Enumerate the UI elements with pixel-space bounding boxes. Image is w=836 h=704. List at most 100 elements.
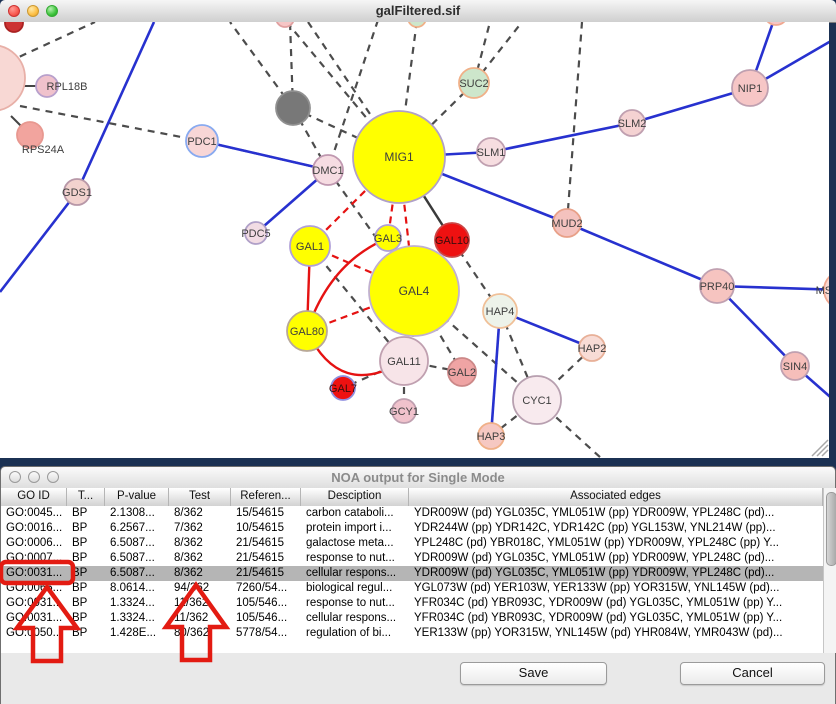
table-cell: GO:0031... xyxy=(1,566,67,581)
cancel-button[interactable]: Cancel xyxy=(680,662,825,685)
network-edge[interactable] xyxy=(491,123,632,152)
network-node[interactable] xyxy=(276,91,310,125)
network-edge[interactable] xyxy=(0,192,77,292)
column-header-t[interactable]: T... xyxy=(67,488,105,506)
table-cell: 80/362 xyxy=(169,626,231,641)
table-header-row: GO IDT...P-valueTestReferen...Desciption… xyxy=(1,488,823,507)
node-label: GAL4 xyxy=(399,284,430,298)
node-label: SLM2 xyxy=(618,118,647,130)
table-cell: 1.3324... xyxy=(105,611,169,626)
noa-window-titlebar[interactable]: NOA output for Single Mode xyxy=(1,467,835,489)
network-window-titlebar[interactable]: galFiltered.sif xyxy=(0,0,836,23)
node-label: PDC1 xyxy=(187,136,216,148)
column-header-referen[interactable]: Referen... xyxy=(231,488,301,506)
table-cell: GO:0016... xyxy=(1,521,67,536)
table-cell: 21/54615 xyxy=(231,551,301,566)
network-edge[interactable] xyxy=(202,141,328,170)
table-row[interactable]: GO:0045...BP2.1308...8/36215/54615carbon… xyxy=(1,506,823,521)
network-edge[interactable] xyxy=(20,106,202,141)
network-edge[interactable] xyxy=(77,22,154,192)
table-cell: 8/362 xyxy=(169,551,231,566)
table-cell: BP xyxy=(67,596,105,611)
column-header-test[interactable]: Test xyxy=(169,488,231,506)
noa-window: NOA output for Single Mode GO IDT...P-va… xyxy=(0,466,836,704)
table-cell: carbon cataboli... xyxy=(301,506,409,521)
save-button[interactable]: Save xyxy=(460,662,607,685)
column-header-associated-edges[interactable]: Associated edges xyxy=(409,488,823,506)
table-cell: GO:0007... xyxy=(1,551,67,566)
table-row[interactable]: GO:0016...BP6.2567...7/36210/54615protei… xyxy=(1,521,823,536)
node-label: GAL80 xyxy=(290,326,324,338)
table-cell: YPL248C (pd) YBR018C, YML051W (pp) YDR00… xyxy=(409,536,823,551)
table-row[interactable]: GO:0031...BP1.3324...11/362105/546...cel… xyxy=(1,611,823,626)
network-node[interactable] xyxy=(764,22,788,25)
table-cell: regulation of bi... xyxy=(301,626,409,641)
network-node[interactable] xyxy=(408,22,426,27)
table-scrollbar[interactable] xyxy=(823,488,836,653)
table-cell: 11/362 xyxy=(169,596,231,611)
network-canvas[interactable]: RPL18BRPS24APDC1DMC1MIG1SUC2SLM1SLM2NIP1… xyxy=(0,22,829,458)
table-cell: 94/362 xyxy=(169,581,231,596)
table-cell: 8.0614... xyxy=(105,581,169,596)
network-node[interactable] xyxy=(5,22,23,32)
table-row[interactable]: GO:0006...BP6.5087...8/36221/54615galact… xyxy=(1,536,823,551)
table-cell: GO:0050... xyxy=(1,626,67,641)
node-label: GAL1 xyxy=(296,241,324,253)
table-cell: 7/362 xyxy=(169,521,231,536)
table-cell: 6.5087... xyxy=(105,551,169,566)
table-cell: 8/362 xyxy=(169,566,231,581)
node-label: GAL3 xyxy=(374,233,402,245)
table-row[interactable]: GO:0031...BP6.5087...8/36221/54615cellul… xyxy=(1,566,823,581)
node-label: HAP2 xyxy=(578,343,607,355)
network-edge[interactable] xyxy=(567,223,717,286)
table-cell: 105/546... xyxy=(231,596,301,611)
node-label: SIN4 xyxy=(783,361,807,373)
table-row[interactable]: GO:0031...BP1.3324...11/362105/546...res… xyxy=(1,596,823,611)
noa-window-title: NOA output for Single Mode xyxy=(1,470,835,485)
table-cell: GO:0045... xyxy=(1,506,67,521)
table-cell: biological regul... xyxy=(301,581,409,596)
table-cell: BP xyxy=(67,551,105,566)
node-label: PRP40 xyxy=(700,281,735,293)
network-window: galFiltered.sif RPL18BRPS24APDC1DMC1MIG1… xyxy=(0,0,836,458)
table-cell: 1.3324... xyxy=(105,596,169,611)
network-edge[interactable] xyxy=(567,22,582,223)
column-header-p-value[interactable]: P-value xyxy=(105,488,169,506)
table-cell: 21/54615 xyxy=(231,536,301,551)
table-row[interactable]: GO:0050...BP1.428E...80/3625778/54...reg… xyxy=(1,626,823,641)
table-cell: YDR009W (pd) YGL035C, YML051W (pp) YDR00… xyxy=(409,551,823,566)
table-cell: BP xyxy=(67,581,105,596)
node-label: RPS24A xyxy=(22,144,65,156)
table-cell: cellular respons... xyxy=(301,611,409,626)
table-cell: response to nut... xyxy=(301,596,409,611)
table-cell: GO:0031... xyxy=(1,611,67,626)
node-label: NIP1 xyxy=(738,83,762,95)
table-cell: BP xyxy=(67,566,105,581)
table-body: GO:0045...BP2.1308...8/36215/54615carbon… xyxy=(1,506,823,653)
table-cell: BP xyxy=(67,536,105,551)
table-cell: YDR244W (pp) YDR142C, YDR142C (pp) YGL15… xyxy=(409,521,823,536)
table-row[interactable]: GO:0007...BP6.5087...8/36221/54615respon… xyxy=(1,551,823,566)
node-label: CYC1 xyxy=(522,395,551,407)
table-cell: 11/362 xyxy=(169,611,231,626)
network-edge[interactable] xyxy=(491,311,500,436)
node-label: GCY1 xyxy=(389,406,419,418)
node-label: GDS1 xyxy=(62,187,92,199)
scrollbar-thumb[interactable] xyxy=(826,492,836,566)
node-label: DMC1 xyxy=(312,165,343,177)
table-cell: 6.5087... xyxy=(105,536,169,551)
table-cell: 7260/54... xyxy=(231,581,301,596)
table-cell: 15/54615 xyxy=(231,506,301,521)
column-header-go-id[interactable]: GO ID xyxy=(1,488,67,506)
table-cell: 8/362 xyxy=(169,536,231,551)
table-row[interactable]: GO:0065...BP8.0614...94/3627260/54...bio… xyxy=(1,581,823,596)
table-cell: GO:0006... xyxy=(1,536,67,551)
table-cell: 10/54615 xyxy=(231,521,301,536)
table-cell: 21/54615 xyxy=(231,566,301,581)
table-cell: protein import i... xyxy=(301,521,409,536)
node-label: HAP3 xyxy=(477,431,506,443)
resize-grip[interactable] xyxy=(817,445,828,456)
table-cell: 6.5087... xyxy=(105,566,169,581)
table-cell: 8/362 xyxy=(169,506,231,521)
column-header-desciption[interactable]: Desciption xyxy=(301,488,409,506)
